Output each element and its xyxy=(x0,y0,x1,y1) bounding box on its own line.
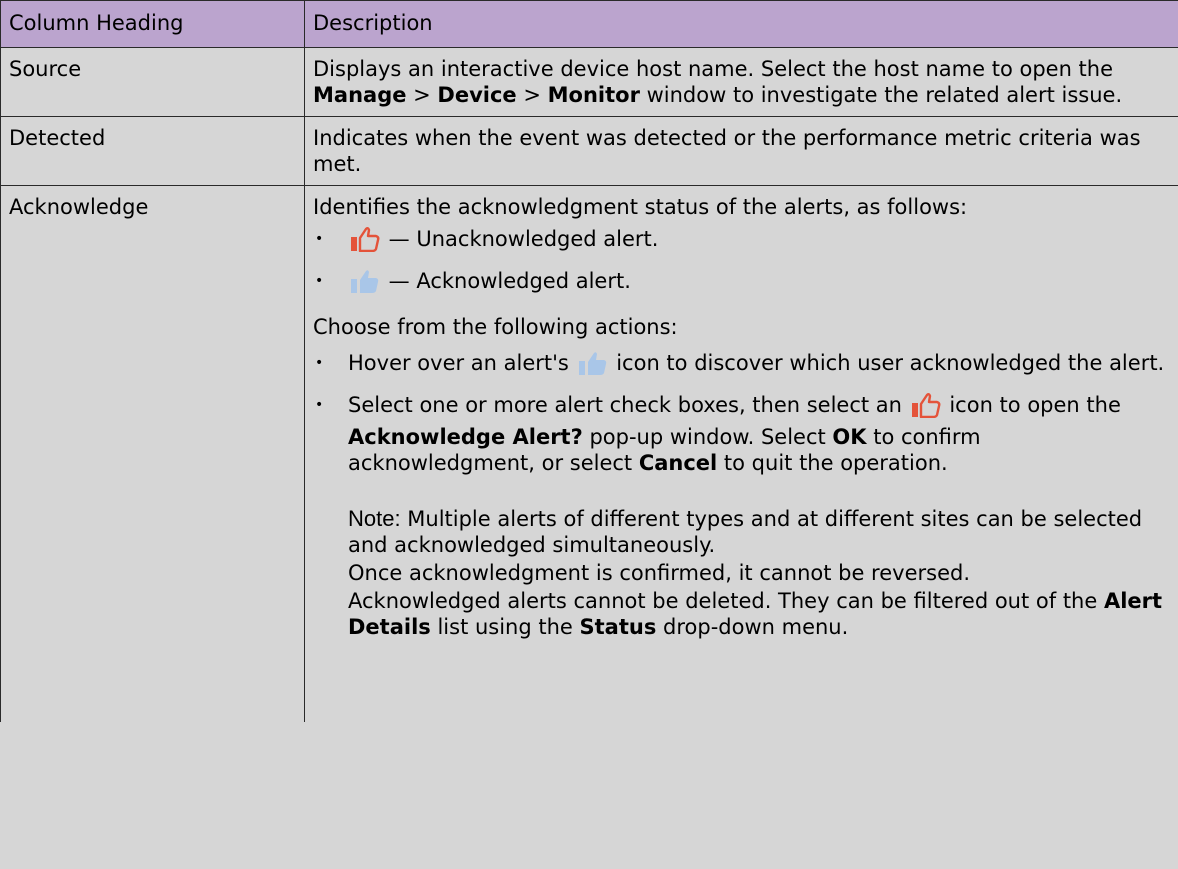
column-heading-header: Column Heading xyxy=(0,0,305,48)
note-line-1: Multiple alerts of different types and a… xyxy=(348,507,1143,557)
status-label: Status xyxy=(579,615,657,639)
text: window to investigate the related alert … xyxy=(639,83,1123,107)
text: icon to discover which user acknowledged… xyxy=(609,351,1165,375)
text: pop-up window. Select xyxy=(582,425,833,449)
actions-list: • Hover over an alert's icon to discover… xyxy=(313,350,1169,640)
row-heading-acknowledge: Acknowledge xyxy=(0,185,305,722)
ack-status-list: • — Unacknowledged alert. • — Acknowledg… xyxy=(313,226,1169,300)
list-item: • Hover over an alert's icon to discover… xyxy=(313,350,1169,382)
thumbs-up-filled-icon xyxy=(578,350,608,382)
row-description-source: Displays an interactive device host name… xyxy=(304,47,1178,117)
row-description-detected: Indicates when the event was detected or… xyxy=(304,116,1178,186)
acknowledge-alert-label: Acknowledge Alert? xyxy=(348,425,583,449)
table-row-detected: Detected Indicates when the event was de… xyxy=(0,116,1178,186)
status-text: — Unacknowledged alert. xyxy=(382,227,659,251)
text: icon to open the xyxy=(942,393,1121,417)
table-row-acknowledge: Acknowledge Identifies the acknowledgmen… xyxy=(0,185,1178,722)
table-header-row: Column Heading Description xyxy=(0,0,1178,48)
row-heading-detected: Detected xyxy=(0,116,305,186)
note-label: Note: xyxy=(348,506,401,531)
note-block: Note: Multiple alerts of different types… xyxy=(348,506,1169,640)
row-description-acknowledge: Identifies the acknowledgment status of … xyxy=(304,185,1178,722)
table-row-source: Source Displays an interactive device ho… xyxy=(0,47,1178,117)
text: to quit the operation. xyxy=(717,451,948,475)
actions-intro: Choose from the following actions: xyxy=(313,315,678,339)
menu-monitor: Monitor xyxy=(547,83,640,107)
description-header: Description xyxy=(304,0,1178,48)
menu-device: Device xyxy=(437,83,517,107)
note-line-2: Once acknowledgment is confirmed, it can… xyxy=(348,561,971,585)
thumbs-up-outline-icon xyxy=(911,392,941,424)
list-item: • Select one or more alert check boxes, … xyxy=(313,392,1169,640)
menu-manage: Manage xyxy=(313,83,407,107)
text: Hover over an alert's xyxy=(348,351,576,375)
status-text: — Acknowledged alert. xyxy=(382,269,631,293)
thumbs-up-outline-icon xyxy=(350,226,380,258)
note-line-3: Acknowledged alerts cannot be deleted. T… xyxy=(348,589,1163,639)
ack-intro: Identifies the acknowledgment status of … xyxy=(313,195,968,219)
text: > xyxy=(516,83,548,107)
list-item: • — Acknowledged alert. xyxy=(313,268,1169,300)
row-heading-source: Source xyxy=(0,47,305,117)
thumbs-up-filled-icon xyxy=(350,268,380,300)
alert-columns-table: Column Heading Description Source Displa… xyxy=(0,0,1178,722)
ok-label: OK xyxy=(832,425,867,449)
text: Select one or more alert check boxes, th… xyxy=(348,393,909,417)
cancel-label: Cancel xyxy=(638,451,718,475)
list-item: • — Unacknowledged alert. xyxy=(313,226,1169,258)
text: > xyxy=(406,83,438,107)
text: Displays an interactive device host name… xyxy=(313,57,1114,81)
